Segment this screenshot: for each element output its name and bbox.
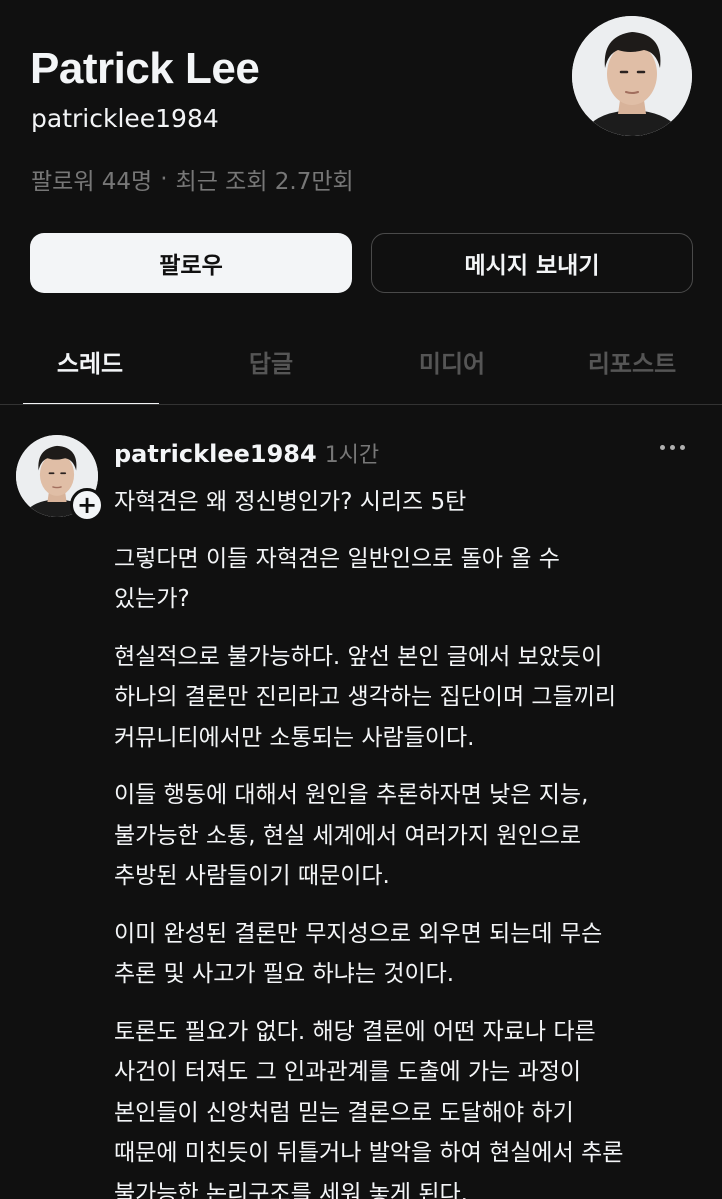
profile-page: Patrick Lee patricklee1984 팔로워 44명 · 최근 … [0,0,722,1199]
profile-stats: 팔로워 44명 · 최근 조회 2.7만회 [31,162,354,196]
post-title: 자혁견은 왜 정신병인가? 시리즈 5탄 [114,489,467,515]
followers-count[interactable]: 팔로워 44명 [31,162,152,196]
post-body[interactable]: 자혁견은 왜 정신병인가? 시리즈 5탄 그렇다면 이들 자혁견은 일반인으로 … [114,482,704,1199]
post-paragraph: 이들 행동에 대해서 원인을 추론하자면 낮은 지능, 불가능한 소통, 현실 … [114,782,589,889]
profile-tabs: 스레드 답글 미디어 리포스트 [0,330,722,406]
post-paragraph: 현실적으로 불가능하다. 앞선 본인 글에서 보았듯이 하나의 결론만 진리라고… [114,643,617,751]
post-paragraph: 이미 완성된 결론만 무지성으로 외우면 되는데 무슨 추론 및 사고가 필요 … [114,920,603,988]
profile-avatar-image [572,16,692,136]
tab-threads[interactable]: 스레드 [10,330,170,406]
tab-media[interactable]: 미디어 [372,330,532,406]
more-options-icon[interactable] [660,435,694,459]
profile-name: Patrick Lee [30,44,260,93]
post-author[interactable]: patricklee1984 [114,440,317,468]
post-paragraph: 토론도 필요가 없다. 해당 결론에 어떤 자료나 다른 사건이 터져도 그 인… [114,1018,624,1199]
post-time: 1시간 [324,443,380,468]
tab-replies[interactable]: 답글 [191,330,351,406]
post-paragraph: 그렇다면 이들 자혁견은 일반인으로 돌아 올 수 있는가? [114,545,560,613]
tabs-divider [0,404,722,405]
profile-avatar[interactable] [572,16,692,136]
stats-separator: · [160,166,168,192]
profile-handle[interactable]: patricklee1984 [31,104,219,133]
post-header: patricklee1984 1시간 [114,437,379,469]
message-button[interactable]: 메시지 보내기 [371,233,693,293]
follow-button[interactable]: 팔로우 [30,233,352,293]
follow-plus-icon[interactable]: + [70,488,104,522]
recent-views: 최근 조회 2.7만회 [175,169,354,195]
tab-reposts[interactable]: 리포스트 [552,330,712,406]
